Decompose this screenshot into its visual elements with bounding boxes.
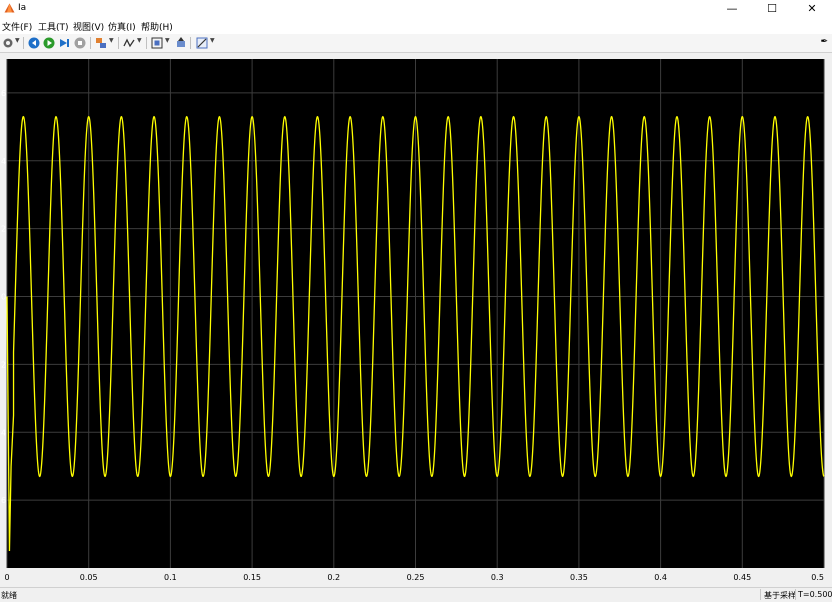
status-text: 就绪 xyxy=(1,591,17,600)
status-divider xyxy=(760,589,761,600)
x-tick-label: 0.3 xyxy=(491,573,504,582)
triggers-icon[interactable] xyxy=(123,37,135,49)
y-tick-label: 2 xyxy=(1,225,6,234)
minimize-button[interactable]: — xyxy=(712,0,752,18)
scope-plot[interactable]: 0 0.05 0.1 0.15 0.2 0.25 0.3 0.35 0.4 0.45 0.5 6 4 2 0… xyxy=(0,53,832,586)
toolbar: ▼ ▼ ▼ ▼ ▼ ✒ xyxy=(0,34,832,53)
step-back-icon[interactable] xyxy=(28,37,40,49)
chevron-down-icon[interactable]: ▼ xyxy=(165,37,170,44)
menu-simulation[interactable]: 仿真(I) xyxy=(108,20,136,33)
x-tick-label: 0.1 xyxy=(164,573,177,582)
maximize-button[interactable]: ☐ xyxy=(752,0,792,18)
toolbar-separator xyxy=(118,37,119,49)
x-tick-label: 0.15 xyxy=(243,573,261,582)
x-tick-label: 0.5 xyxy=(811,573,824,582)
title-bar: Ia — ☐ ✕ xyxy=(0,0,832,18)
sample-mode-label: 基于采样 xyxy=(764,591,796,600)
simulation-time: T=0.500 xyxy=(798,590,832,599)
y-tick-label: 6 xyxy=(1,89,6,98)
toolbar-separator xyxy=(190,37,191,49)
x-tick-label: 0.2 xyxy=(327,573,340,582)
y-tick-label: 0 xyxy=(1,293,6,302)
x-tick-label: 0.4 xyxy=(654,573,667,582)
x-tick-label: 0.45 xyxy=(733,573,751,582)
stop-icon[interactable] xyxy=(74,37,86,49)
menu-view[interactable]: 视图(V) xyxy=(73,20,104,33)
x-tick-label: 0.05 xyxy=(80,573,98,582)
chevron-down-icon[interactable]: ▼ xyxy=(137,37,142,44)
x-tick-label: 0.25 xyxy=(407,573,425,582)
y-tick-label: 4 xyxy=(1,157,6,166)
x-tick-label: 0.35 xyxy=(570,573,588,582)
style-icon[interactable] xyxy=(196,37,208,49)
scope-axes[interactable]: 0 0.05 0.1 0.15 0.2 0.25 0.3 0.35 0.4 0.45 0.5 6 4 2 0… xyxy=(0,53,832,586)
chevron-down-icon[interactable]: ▼ xyxy=(109,37,114,44)
window-title: Ia xyxy=(18,3,27,13)
y-tick-label: 2 xyxy=(1,360,6,369)
pin-icon[interactable]: ✒ xyxy=(820,37,828,47)
toolbar-separator xyxy=(90,37,91,49)
status-bar: 就绪 基于采样 T=0.500 xyxy=(0,587,832,602)
menu-bar: 文件(F) 工具(T) 视图(V) 仿真(I) 帮助(H) xyxy=(0,18,832,34)
highlight-icon[interactable] xyxy=(95,37,107,49)
toolbar-separator xyxy=(23,37,24,49)
chevron-down-icon[interactable]: ▼ xyxy=(210,37,215,44)
menu-file[interactable]: 文件(F) xyxy=(2,20,32,33)
menu-help[interactable]: 帮助(H) xyxy=(141,20,173,33)
step-forward-icon[interactable] xyxy=(58,37,70,49)
scale-icon[interactable] xyxy=(175,37,187,49)
toolbar-separator xyxy=(146,37,147,49)
zoom-icon[interactable] xyxy=(151,37,163,49)
y-tick-label: 6 xyxy=(1,496,6,505)
close-button[interactable]: ✕ xyxy=(792,0,832,18)
simulink-scope-icon xyxy=(4,3,15,13)
settings-icon[interactable] xyxy=(2,37,14,49)
run-icon[interactable] xyxy=(43,37,55,49)
y-tick-label: 4 xyxy=(1,428,6,437)
status-divider xyxy=(795,589,796,600)
chevron-down-icon[interactable]: ▼ xyxy=(15,37,20,44)
x-tick-label: 0 xyxy=(4,573,9,582)
menu-tools[interactable]: 工具(T) xyxy=(38,20,69,33)
